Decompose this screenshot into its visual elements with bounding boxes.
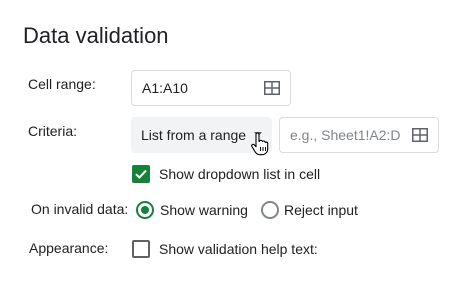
show-help-text-label[interactable]: Show validation help text: [159,240,318,258]
checkmark-icon [135,169,147,179]
cell-range-input[interactable]: A1:A10 [131,70,291,106]
appearance-label: Appearance: [29,240,109,256]
select-range-grid-icon[interactable] [254,71,290,105]
cell-range-label: Cell range: [28,76,96,92]
reject-input-radio[interactable] [261,201,279,219]
criteria-dropdown[interactable]: List from a range [131,117,272,153]
show-warning-label[interactable]: Show warning [160,201,248,219]
reject-input-label[interactable]: Reject input [284,201,358,219]
criteria-label: Criteria: [28,123,78,139]
dialog-title: Data validation [23,23,169,48]
show-help-text-checkbox[interactable] [132,240,150,258]
chevron-down-icon [254,132,262,137]
criteria-range-input[interactable]: e.g., Sheet1!A2:D [279,117,439,153]
show-warning-radio[interactable] [136,201,154,219]
data-validation-dialog: Data validation Cell range: A1:A10 Crite… [0,0,458,288]
criteria-selected-value: List from a range [141,127,247,143]
invalid-data-label: On invalid data: [31,201,129,217]
cell-range-value: A1:A10 [142,80,188,96]
show-dropdown-checkbox[interactable] [132,165,150,183]
criteria-range-placeholder: e.g., Sheet1!A2:D [290,127,401,143]
show-dropdown-label[interactable]: Show dropdown list in cell [159,165,320,183]
select-range-grid-icon[interactable] [402,118,438,152]
